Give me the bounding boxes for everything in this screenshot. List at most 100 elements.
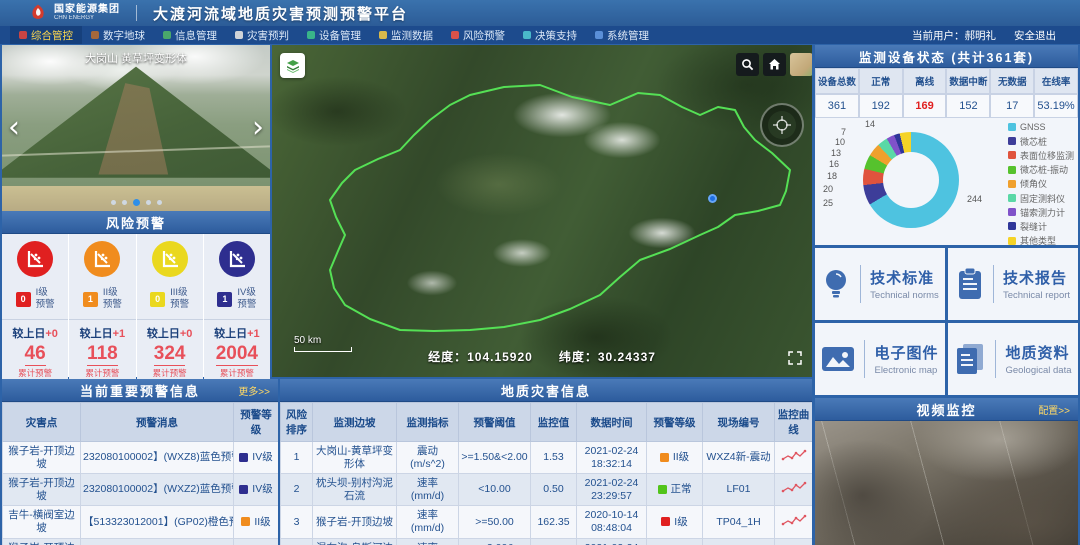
alert-level-cell: IV级	[234, 442, 279, 474]
legend-label: 微芯桩	[1020, 135, 1047, 148]
map-home-button[interactable]	[763, 53, 786, 76]
risk-warning-title: 风险预警	[106, 213, 166, 232]
device-stat-value: 53.19%	[1034, 94, 1078, 118]
geo-threshold-cell: <10.00	[459, 474, 531, 506]
tech-standards-label-en: Technical norms	[870, 290, 939, 301]
alert-table-row[interactable]: 猴子岩-开顶边坡 7:28)【5133232080100002】(LF02...…	[3, 538, 279, 545]
donut-value-label: 10	[835, 137, 845, 147]
nav-item-icon	[523, 31, 531, 39]
risk-level-card[interactable]: 0 III级预警 较上日+0 324 累计预警	[137, 234, 203, 379]
nav-menu-item[interactable]: 监测数据	[370, 26, 442, 44]
carousel-dot[interactable]	[157, 200, 162, 205]
carousel-next-button[interactable]: ›	[252, 113, 264, 143]
tech-standards-button[interactable]: 技术标准 Technical norms	[815, 248, 945, 320]
risk-level-card[interactable]: 1 II级预警 较上日+1 118 累计预警	[69, 234, 135, 379]
nav-item-icon	[235, 31, 243, 39]
video-feed[interactable]	[815, 421, 1078, 545]
legend-item[interactable]: 微芯桩-振动	[1008, 163, 1074, 177]
map-layers-button[interactable]	[280, 53, 305, 78]
resource-divider	[995, 340, 996, 378]
alert-message-cell: 232080100002】(WXZ8)蓝色预警: ...	[81, 442, 234, 474]
map-search-button[interactable]	[736, 53, 759, 76]
geo-curve-cell[interactable]	[775, 506, 813, 538]
legend-item[interactable]: 倾角仪	[1008, 177, 1074, 191]
donut-chart[interactable]	[863, 132, 959, 228]
geo-value-cell: 6.01	[531, 538, 577, 545]
legend-item[interactable]: 锚索测力计	[1008, 205, 1074, 219]
geo-table-row[interactable]: 1 大岗山-黄草坪变形体 震动 (m/s^2) >=1.50&<2.00 1.5…	[281, 442, 813, 474]
geo-code-cell: WXZ4新-震动	[703, 442, 775, 474]
legend-item[interactable]: GNSS	[1008, 120, 1074, 134]
risk-level-card[interactable]: 0 I级预警 较上日+0 46 累计预警	[2, 234, 68, 379]
nav-menu-item[interactable]: 决策支持	[514, 26, 586, 44]
geo-column-header: 监测指标	[397, 403, 459, 442]
nav-menu-item[interactable]: 信息管理	[154, 26, 226, 44]
alert-table-row[interactable]: 猴子岩-开顶边坡 232080100002】(WXZ8)蓝色预警: ... IV…	[3, 442, 279, 474]
nav-menu-item[interactable]: 设备管理	[298, 26, 370, 44]
geo-curve-cell[interactable]	[775, 538, 813, 545]
legend-color-square	[1008, 166, 1016, 174]
legend-item[interactable]: 固定测斜仪	[1008, 191, 1074, 205]
tech-standards-label-zh: 技术标准	[870, 267, 939, 288]
geo-table-row[interactable]: 3 猴子岩-开顶边坡 速率 (mm/d) >=50.00 162.35 2020…	[281, 506, 813, 538]
video-config-link[interactable]: 配置>>	[1038, 402, 1070, 417]
nav-menu-item[interactable]: 风险预警	[442, 26, 514, 44]
geo-slope-cell: 大岗山-黄草坪变形体	[313, 442, 397, 474]
landslide-level-icon	[84, 241, 120, 277]
resource-divider	[993, 265, 994, 303]
carousel-dot[interactable]	[133, 199, 140, 206]
video-monitor-title: 视频监控	[916, 400, 976, 419]
legend-item[interactable]: 其他类型	[1008, 234, 1074, 248]
site-photo-carousel[interactable]: 大岗山 黄草坪变形体 ‹ ›	[2, 45, 270, 211]
device-stat-value: 152	[946, 94, 990, 118]
geo-curve-cell[interactable]	[775, 474, 813, 506]
alert-table-row[interactable]: 猴子岩-开顶边坡 232080100002】(WXZ2)蓝色预警: ... IV…	[3, 474, 279, 506]
carousel-prev-button[interactable]: ‹	[8, 113, 20, 143]
warning-level-label: I级预警	[36, 287, 55, 311]
map-compass-control[interactable]	[760, 103, 804, 147]
current-alerts-panel: 当前重要预警信息 更多>> 灾害点预警消息预警等级 猴子岩-开顶边坡 23208…	[2, 379, 278, 545]
nav-menu-item[interactable]: 系统管理	[586, 26, 658, 44]
legend-item[interactable]: 微芯桩	[1008, 134, 1074, 148]
nav-menu-item[interactable]: 灾害预判	[226, 26, 298, 44]
alert-table-row[interactable]: 吉牛-横阀室边坡 【513323012001】(GP02)橙色预警... II级	[3, 506, 279, 538]
carousel-dot[interactable]	[111, 200, 116, 205]
cumulative-warning-count: 46	[25, 343, 46, 366]
geo-curve-cell[interactable]	[775, 442, 813, 474]
level-text: II级	[254, 516, 270, 529]
alerts-table: 灾害点预警消息预警等级 猴子岩-开顶边坡 232080100002】(WXZ8)…	[2, 402, 278, 545]
tech-report-button[interactable]: 技术报告 Technical report	[948, 248, 1078, 320]
geo-table-row[interactable]: 4 瀑布沟-乌斯河边坡 速率 (mm/d) >=3.00&<15.00 6.01…	[281, 538, 813, 545]
lat-label: 纬度：	[559, 350, 598, 364]
map-fullscreen-button[interactable]	[788, 351, 802, 370]
geo-table-row[interactable]: 2 枕头坝-别村沟泥石流 速率 (mm/d) <10.00 0.50 2021-…	[281, 474, 813, 506]
basin-boundary-outline	[272, 45, 812, 377]
nav-menu-item[interactable]: 数字地球	[82, 26, 154, 44]
legend-item[interactable]: 裂缝计	[1008, 219, 1074, 233]
cumulative-warning-label: 累计预警	[69, 367, 135, 379]
carousel-dot[interactable]	[146, 200, 151, 205]
device-stat-header: 离线	[903, 68, 947, 94]
basemap-thumbnail-button[interactable]	[790, 53, 812, 76]
nav-item-icon	[91, 31, 99, 39]
logout-button[interactable]: 安全退出	[1014, 28, 1056, 43]
alerts-more-link[interactable]: 更多>>	[238, 383, 270, 398]
compass-crosshair-icon	[772, 115, 792, 135]
legend-item[interactable]: 表面位移监测	[1008, 148, 1074, 162]
risk-level-card[interactable]: 1 IV级预警 较上日+1 2004 累计预警	[204, 234, 270, 379]
geo-value-cell: 0.50	[531, 474, 577, 506]
nav-item-label: 综合管控	[31, 28, 73, 43]
geological-data-button[interactable]: 地质资料 Geological data	[948, 323, 1078, 395]
map-station-marker[interactable]	[708, 194, 717, 203]
device-stat-header: 数据中断	[946, 68, 990, 94]
geo-level-cell: IV级	[647, 538, 703, 545]
basin-map[interactable]: 50 km 经度：104.15920 纬度：30.24337	[272, 45, 812, 377]
geo-column-header: 现场编号	[703, 403, 775, 442]
electronic-map-button[interactable]: 电子图件 Electronic map	[815, 323, 945, 395]
nav-menu-item[interactable]: 综合管控	[10, 26, 82, 44]
carousel-dot[interactable]	[122, 200, 127, 205]
legend-label: 倾角仪	[1020, 177, 1047, 190]
geo-rank-cell: 2	[281, 474, 313, 506]
electronic-map-label-zh: 电子图件	[874, 342, 938, 363]
fullscreen-icon	[788, 351, 802, 365]
